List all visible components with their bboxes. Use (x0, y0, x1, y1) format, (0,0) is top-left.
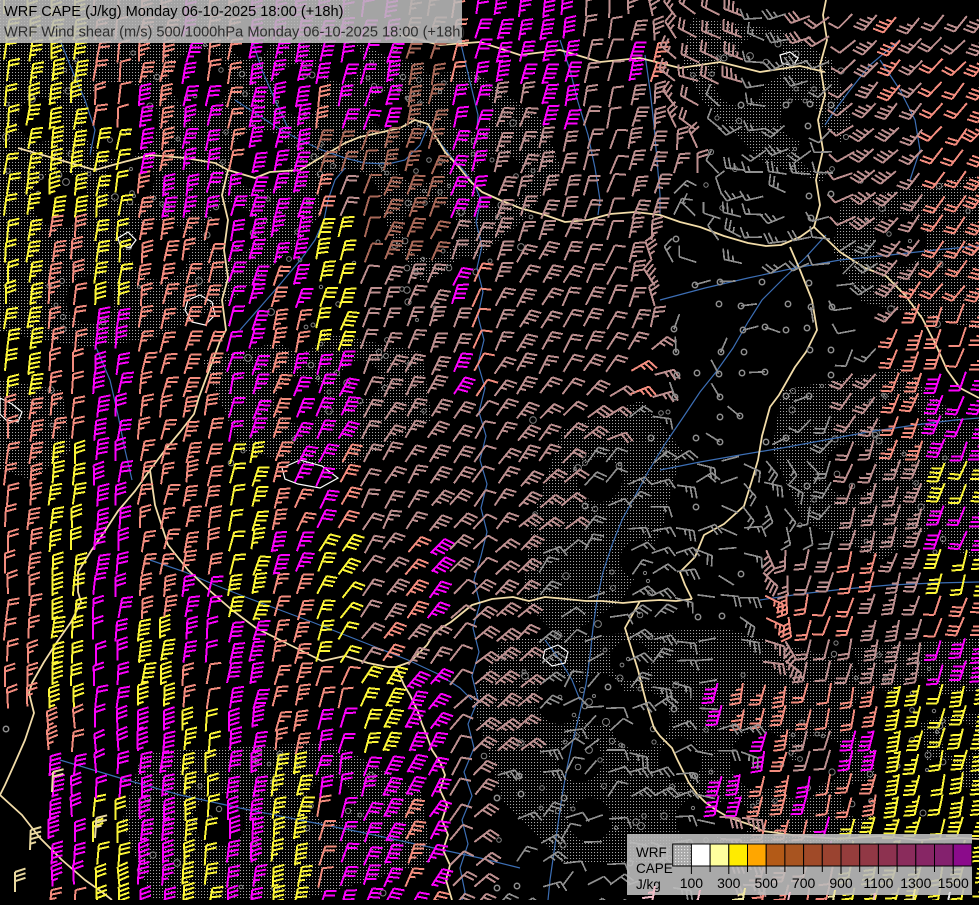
svg-text:J/kg: J/kg (636, 877, 661, 892)
svg-text:WRF CAPE (J/kg) Monday 06-10-2: WRF CAPE (J/kg) Monday 06-10-2025 18:00 … (4, 4, 343, 20)
svg-text:100: 100 (680, 875, 704, 891)
svg-text:1100: 1100 (863, 875, 893, 891)
svg-text:CAPE: CAPE (636, 861, 673, 876)
svg-text:WRF Wind shear (m/s) 500/1000h: WRF Wind shear (m/s) 500/1000hPa Monday … (4, 25, 465, 41)
svg-text:WRF: WRF (636, 845, 667, 860)
svg-text:1500: 1500 (938, 875, 969, 891)
svg-text:1300: 1300 (900, 875, 931, 891)
svg-text:900: 900 (829, 875, 853, 891)
svg-text:700: 700 (792, 875, 816, 891)
svg-text:300: 300 (717, 875, 741, 891)
svg-text:500: 500 (755, 875, 779, 891)
